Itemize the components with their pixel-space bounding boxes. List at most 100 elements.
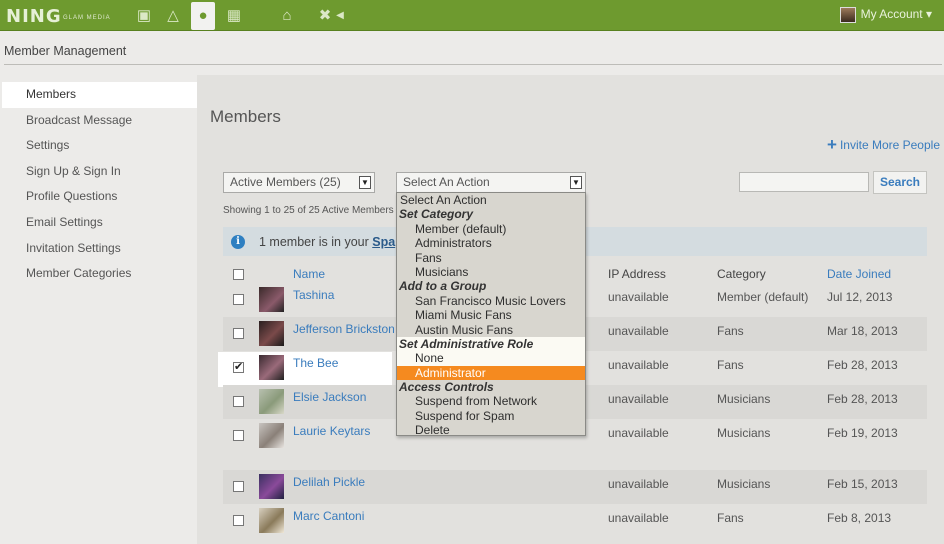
row-checkbox[interactable] — [233, 481, 244, 492]
member-ip: unavailable — [608, 426, 669, 440]
member-date: Feb 19, 2013 — [827, 426, 898, 440]
chevron-down-icon: ▼ — [570, 176, 582, 189]
action-select-value: Select An Action — [403, 175, 490, 189]
sidebar-item-members[interactable]: Members — [2, 82, 198, 108]
avatar[interactable] — [259, 508, 284, 533]
collapse-arrow-icon[interactable]: ◀ — [333, 5, 347, 27]
member-category: Fans — [717, 324, 744, 338]
member-category: Musicians — [717, 477, 771, 491]
member-category: Musicians — [717, 426, 771, 440]
menu-group-set-category: Set Category — [399, 207, 474, 222]
sidebar-item-email-settings[interactable]: Email Settings — [2, 210, 198, 236]
dashboard-icon[interactable]: ▦ — [222, 5, 246, 27]
category-column-header: Category — [717, 267, 766, 281]
search-button[interactable]: Search — [873, 171, 927, 194]
home-icon[interactable]: ⌂ — [275, 5, 299, 27]
my-account-label: My Account ▾ — [860, 7, 932, 22]
ning-logo[interactable]: NING — [6, 6, 62, 27]
logo-subtitle: GLAM MEDIA — [63, 15, 111, 21]
menu-item-delete[interactable]: Delete — [397, 423, 585, 435]
sidebar-item-profile-questions[interactable]: Profile Questions — [2, 184, 198, 210]
member-category: Fans — [717, 358, 744, 372]
menu-item-miami-music-fans[interactable]: Miami Music Fans — [397, 308, 585, 322]
member-name[interactable]: Delilah Pickle — [293, 475, 365, 489]
menu-group-access-controls: Access Controls — [399, 380, 494, 395]
page-title: Member Management — [4, 44, 127, 58]
member-filter-value: Active Members (25) — [230, 175, 341, 189]
avatar[interactable] — [259, 321, 284, 346]
member-date: Feb 8, 2013 — [827, 511, 892, 525]
member-ip: unavailable — [608, 511, 669, 525]
menu-item-fans[interactable]: Fans — [397, 251, 585, 265]
divider — [4, 64, 942, 65]
avatar[interactable] — [259, 423, 284, 448]
member-name[interactable]: Jefferson Brickston — [293, 322, 395, 336]
avatar — [839, 7, 856, 23]
search-input[interactable] — [739, 172, 869, 192]
member-name[interactable]: Tashina — [293, 288, 334, 302]
member-ip: unavailable — [608, 324, 669, 338]
member-filter-select[interactable]: Active Members (25) ▼ — [223, 172, 375, 193]
sidebar: Members Broadcast Message Settings Sign … — [2, 82, 198, 287]
avatar[interactable] — [259, 474, 284, 499]
table-row: Marc Cantoni unavailable Fans Feb 8, 201… — [223, 504, 927, 538]
member-icon[interactable]: ● — [191, 2, 215, 30]
row-checkbox[interactable] — [233, 515, 244, 526]
sidebar-item-broadcast-message[interactable]: Broadcast Message — [2, 108, 198, 134]
row-checkbox[interactable] — [233, 430, 244, 441]
select-all-checkbox[interactable] — [233, 269, 244, 280]
menu-item-suspend-network[interactable]: Suspend from Network — [397, 394, 585, 408]
menu-group-add-to-group: Add to a Group — [399, 279, 487, 294]
row-checkbox[interactable] — [233, 294, 244, 305]
action-dropdown-menu: Select An Action Set Category Member (de… — [396, 192, 586, 436]
apps-icon[interactable]: △ — [161, 5, 185, 27]
top-bar: NING GLAM MEDIA ▣ △ ● ▦ ⌂ ✖ ◀ My Account… — [0, 0, 944, 31]
member-name[interactable]: The Bee — [293, 356, 338, 370]
menu-item-administrator[interactable]: Administrator — [397, 365, 585, 381]
showing-count: Showing 1 to 25 of 25 Active Members — [223, 205, 394, 216]
plus-icon: + — [827, 135, 837, 154]
menu-item-member-default[interactable]: Member (default) — [397, 222, 585, 236]
menu-item-austin-music-fans[interactable]: Austin Music Fans — [397, 323, 585, 337]
chevron-down-icon: ▼ — [359, 176, 371, 189]
avatar[interactable] — [259, 389, 284, 414]
member-date: Mar 18, 2013 — [827, 324, 898, 338]
avatar[interactable] — [259, 355, 284, 380]
tv-icon[interactable]: ▣ — [132, 5, 156, 27]
row-checkbox[interactable] — [233, 360, 244, 373]
menu-item-sf-music-lovers[interactable]: San Francisco Music Lovers — [397, 294, 585, 308]
date-column-header[interactable]: Date Joined — [827, 267, 891, 281]
notice-text: 1 member is in your — [259, 235, 373, 249]
menu-group-admin-role: Set Administrative Role — [397, 336, 585, 352]
member-category: Fans — [717, 511, 744, 525]
menu-item-suspend-spam[interactable]: Suspend for Spam — [397, 409, 585, 423]
menu-item-administrators[interactable]: Administrators — [397, 236, 585, 250]
member-date: Jul 12, 2013 — [827, 290, 893, 304]
member-name[interactable]: Elsie Jackson — [293, 390, 366, 404]
sidebar-item-sign-up[interactable]: Sign Up & Sign In — [2, 159, 198, 185]
sidebar-item-invitation-settings[interactable]: Invitation Settings — [2, 236, 198, 262]
name-column-header[interactable]: Name — [293, 267, 325, 281]
member-category: Member (default) — [717, 290, 809, 304]
invite-label: Invite More People — [839, 138, 940, 152]
row-checkbox[interactable] — [233, 328, 244, 339]
members-heading: Members — [210, 107, 281, 126]
menu-item-musicians[interactable]: Musicians — [397, 265, 585, 279]
spam-link[interactable]: Spa — [372, 235, 395, 249]
action-select[interactable]: Select An Action ▼ — [396, 172, 586, 193]
sidebar-item-settings[interactable]: Settings — [2, 133, 198, 159]
row-checkbox[interactable] — [233, 396, 244, 407]
member-ip: unavailable — [608, 290, 669, 304]
sidebar-item-member-categories[interactable]: Member Categories — [2, 261, 198, 287]
table-row: Delilah Pickle unavailable Musicians Feb… — [223, 470, 927, 504]
menu-item-none[interactable]: None — [397, 351, 585, 366]
member-ip: unavailable — [608, 358, 669, 372]
my-account-menu[interactable]: My Account ▾ — [839, 7, 932, 23]
member-date: Feb 28, 2013 — [827, 358, 898, 372]
invite-more-people-link[interactable]: + Invite More People — [827, 135, 940, 155]
avatar[interactable] — [259, 287, 284, 312]
member-name[interactable]: Marc Cantoni — [293, 509, 364, 523]
menu-item-select-action[interactable]: Select An Action — [397, 193, 585, 207]
member-ip: unavailable — [608, 392, 669, 406]
member-name[interactable]: Laurie Keytars — [293, 424, 370, 438]
